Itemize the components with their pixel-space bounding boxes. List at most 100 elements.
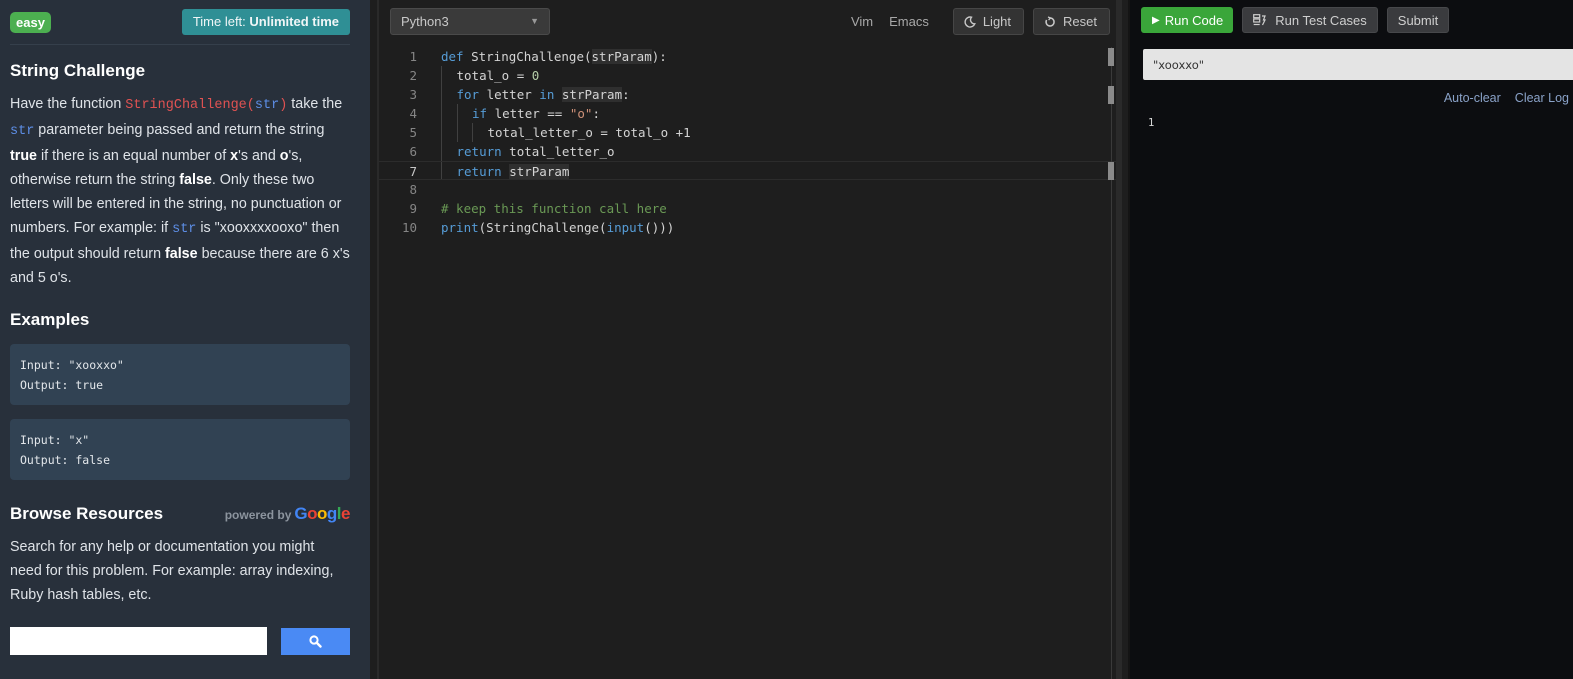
console-input-field[interactable] [1143,49,1573,80]
google-logo: Google [294,504,350,524]
code-text: print(StringChallenge(input())) [417,218,674,237]
code-token: total_letter_o = total_o +1 [487,125,691,140]
indent-guide [441,104,442,123]
code-line[interactable]: 4 if letter == "o": [379,104,1122,123]
example-output: Output: false [20,453,111,467]
emacs-mode-link[interactable]: Emacs [889,14,929,29]
time-left-badge: Time left: Unlimited time [181,9,350,35]
code-token: strParam [561,87,623,102]
language-select[interactable]: Python3 ▼ [390,7,550,35]
bold-false: false [179,172,212,188]
code-token: letter [479,87,540,102]
language-value: Python3 [401,13,449,29]
indent-guide [441,85,442,104]
code-line[interactable]: 5 total_letter_o = total_o +1 [379,123,1122,142]
desc-text: parameter being passed and return the st… [34,122,325,138]
desc-text: take the [287,96,343,112]
bold-x: x [230,148,239,164]
run-code-button[interactable]: ▶ Run Code [1141,7,1234,33]
code-token: return [456,164,502,179]
submit-label: Submit [1397,12,1439,28]
problem-header: easy Time left: Unlimited time [10,0,350,45]
code-text: return total_letter_o [417,142,615,161]
console-output: 1 [1148,117,1155,129]
console-toolbar: ▶ Run Code Run Test Cases Submit [1130,0,1573,40]
scrollbar-marker [1108,48,1114,66]
example-input: Input: "x" [20,433,90,447]
reset-button[interactable]: Reset [1033,8,1110,35]
code-token: : [592,106,600,121]
code-token: return [456,144,502,159]
code-editor-panel: Python3 ▼ Vim Emacs Light Reset 1 def Str… [377,0,1122,679]
code-text: def StringChallenge(strParam): [417,47,667,66]
light-theme-button[interactable]: Light [952,8,1025,35]
test-cases-icon [1253,14,1267,26]
code-token: # keep this function call here [441,201,667,216]
code-text: for letter in strParam: [417,85,630,104]
code-line[interactable]: 1 def StringChallenge(strParam): [379,47,1122,66]
powered-by-google: powered by Google [224,504,351,524]
light-label: Light [982,14,1012,29]
clear-log-link[interactable]: Clear Log [1515,91,1569,105]
example-block: Input: "xooxxo" Output: true [10,344,350,405]
google-letter: o [317,504,327,523]
google-letter: G [294,504,308,523]
run-code-label: Run Code [1164,12,1224,28]
code-line[interactable]: 3 for letter in strParam: [379,85,1122,104]
code-area[interactable]: 1 def StringChallenge(strParam): 2 total_o … [379,47,1122,679]
editor-toolbar: Python3 ▼ Vim Emacs Light Reset [379,0,1122,42]
play-icon: ▶ [1152,14,1160,26]
line-number: 7 [409,164,417,179]
fn-arg: str [254,98,280,113]
vim-mode-link[interactable]: Vim [851,14,873,29]
code-token: (StringChallenge( [478,220,607,235]
code-line[interactable]: 6 return total_letter_o [379,142,1122,161]
code-token: : [622,87,630,102]
google-letter: e [341,504,350,523]
scrollbar-marker [1108,86,1114,104]
submit-button[interactable]: Submit [1386,7,1450,33]
problem-title: String Challenge [10,61,146,80]
code-line[interactable]: 2 total_o = 0 [379,66,1122,85]
indent-guide [456,123,458,142]
auto-clear-link[interactable]: Auto-clear [1444,91,1501,105]
bold-true: true [10,148,38,164]
code-token: input [606,220,645,235]
resource-search-input[interactable] [10,627,267,655]
difficulty-badge: easy [10,11,51,33]
time-left-value: Unlimited time [249,14,339,29]
resource-search-button[interactable] [281,628,350,655]
reset-icon [1044,15,1056,28]
code-token: letter == [487,106,570,121]
desc-text: Have the function [10,96,126,112]
google-letter: o [307,504,318,523]
function-name-code: StringChallenge(str) [125,98,287,113]
code-token: StringChallenge( [463,49,592,64]
code-token: strParam [509,164,570,179]
problem-panel: easy Time left: Unlimited time String Ch… [0,0,370,679]
panel-resize-handle[interactable] [1116,0,1122,679]
code-token: if [472,106,488,121]
line-number: 2 [409,68,417,83]
code-line[interactable]: 8 [379,180,1122,199]
desc-text: if there is an equal number of [37,148,231,164]
fn-name: StringChallenge [125,98,247,113]
scrollbar-marker [1108,162,1114,180]
code-token: in [539,87,555,102]
code-line[interactable]: 7 return strParam [379,161,1122,180]
run-test-cases-button[interactable]: Run Test Cases [1242,7,1378,33]
example-input: Input: "xooxxo" [20,358,124,372]
code-line[interactable]: 10 print(StringChallenge(input())) [379,218,1122,237]
param-code: str [172,222,197,237]
time-left-label: Time left: [192,14,246,29]
code-token: for [456,87,480,102]
editor-scrollbar[interactable] [1111,47,1112,679]
powered-by-label: powered by [224,508,292,522]
code-text: total_o = 0 [417,66,539,85]
code-token: total_letter_o [501,144,615,159]
code-token: "o" [569,106,593,121]
code-line[interactable]: 9 # keep this function call here [379,199,1122,218]
code-token: total_o = [456,68,532,83]
bold-false: false [165,246,198,262]
